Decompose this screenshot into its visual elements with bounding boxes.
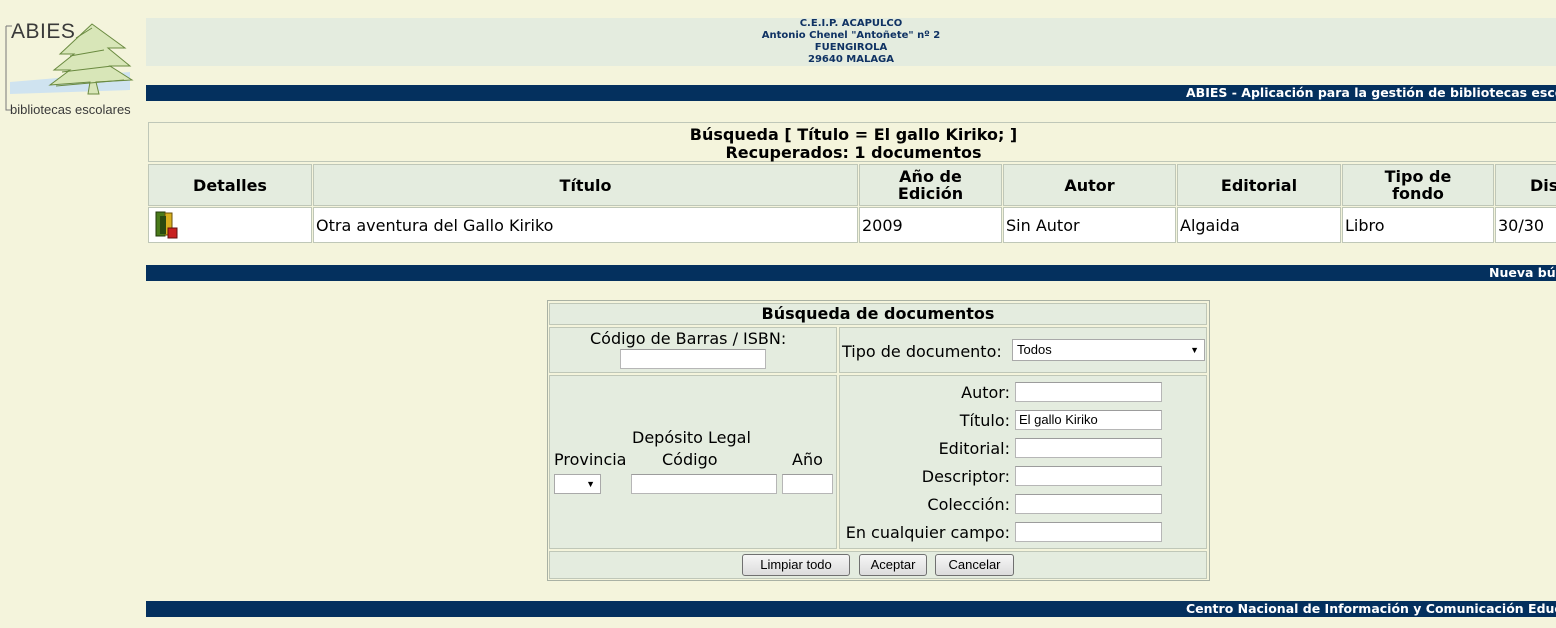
new-search-bar[interactable]: Nueva búsqueda [146,265,1556,281]
clear-all-button[interactable]: Limpiar todo [742,554,850,576]
col-header-detalles: Detalles [148,164,312,206]
book-details-icon[interactable] [151,210,179,240]
school-postal: 29640 MALAGA [807,54,895,65]
col-header-label: Editorial [1220,175,1298,195]
col-header-label: Título [559,175,612,195]
school-city: FUENGIROLA [814,42,888,53]
col-header-titulo: Título [313,164,858,206]
provincia-select[interactable]: ▼ [554,474,601,494]
footer-text: Centro Nacional de Información y Comunic… [1186,601,1556,616]
col-header-label: Tipo de [1384,167,1452,186]
school-header: C.E.I.P. ACAPULCO Antonio Chenel "Antoñe… [146,18,1556,66]
col-header-label: Detalles [193,175,267,195]
logo-subtitle: bibliotecas escolares [10,102,131,117]
deposito-label: Depósito Legal [632,428,751,447]
cualquier-campo-label: En cualquier campo: [845,523,1010,542]
editorial-input[interactable] [1015,438,1162,458]
cell-editorial: Algaida [1180,215,1240,235]
chevron-down-icon: ▼ [1190,345,1199,355]
anio-input[interactable] [782,474,833,494]
table-row-autor: Sin Autor [1003,207,1176,243]
results-count: Recuperados: 1 documentos [725,143,982,162]
table-row-editorial: Algaida [1177,207,1341,243]
cell-anio: 2009 [862,215,903,235]
col-header-disponibles: Disponibles [1495,164,1556,206]
doc-type-selected: Todos [1017,342,1052,357]
col-header-editorial: Editorial [1177,164,1341,206]
coleccion-input[interactable] [1015,494,1162,514]
col-header-label: fondo [1392,184,1444,203]
col-header-label: Disponibles [1530,175,1556,195]
new-search-link[interactable]: Nueva búsqueda [1489,265,1556,281]
col-header-label: Año de [899,167,962,186]
query-summary: Búsqueda [ Título = El gallo Kiriko; ] [689,125,1018,144]
table-row-disponibles: 30/30 [1495,207,1556,243]
cell-titulo: Otra aventura del Gallo Kiriko [316,215,554,235]
descriptor-input[interactable] [1015,466,1162,486]
barcode-input[interactable] [620,349,766,369]
descriptor-label: Descriptor: [921,467,1010,486]
accept-button[interactable]: Aceptar [859,554,927,576]
titulo-input[interactable]: El gallo Kiriko [1015,410,1162,430]
results-caption: Búsqueda [ Título = El gallo Kiriko; ] R… [148,122,1556,162]
autor-input[interactable] [1015,382,1162,402]
logo-name: ABIES [11,20,76,43]
table-row-detalles [148,207,312,243]
coleccion-label: Colección: [927,495,1010,514]
footer-bar: Centro Nacional de Información y Comunic… [146,601,1556,617]
cell-autor: Sin Autor [1006,215,1080,235]
chevron-down-icon: ▼ [586,479,595,489]
table-row-titulo[interactable]: Otra aventura del Gallo Kiriko [313,207,858,243]
anio-label: Año [792,450,823,469]
editorial-label: Editorial: [938,439,1010,458]
form-title: Búsqueda de documentos [761,304,995,323]
school-address: Antonio Chenel "Antoñete" nº 2 [761,30,941,41]
app-title: ABIES - Aplicación para la gestión de bi… [1186,85,1556,100]
provincia-label: Provincia [554,450,627,469]
barcode-label: Código de Barras / ISBN: [590,329,787,348]
app-title-bar: ABIES - Aplicación para la gestión de bi… [146,85,1556,101]
col-header-autor: Autor [1003,164,1176,206]
titulo-label: Título: [959,411,1010,430]
codigo-input[interactable] [631,474,777,494]
cualquier-campo-input[interactable] [1015,522,1162,542]
col-header-label: Edición [897,184,964,203]
autor-label: Autor: [961,383,1010,402]
col-header-label: Autor [1064,175,1115,195]
cell-tipo: Libro [1345,215,1385,235]
table-row-anio: 2009 [859,207,1002,243]
col-header-tipo: Tipo de fondo [1342,164,1494,206]
cell-disponibles: 30/30 [1498,215,1545,235]
doc-type-select[interactable]: Todos ▼ [1012,339,1205,361]
cancel-button[interactable]: Cancelar [935,554,1014,576]
table-row-tipo: Libro [1342,207,1494,243]
school-name: C.E.I.P. ACAPULCO [799,18,903,29]
col-header-anio: Año de Edición [859,164,1002,206]
abies-logo: ABIES bibliotecas escolares [0,10,140,120]
codigo-label: Código [662,450,718,469]
form-title-panel: Búsqueda de documentos [549,303,1207,325]
doc-type-label: Tipo de documento: [842,342,1002,361]
